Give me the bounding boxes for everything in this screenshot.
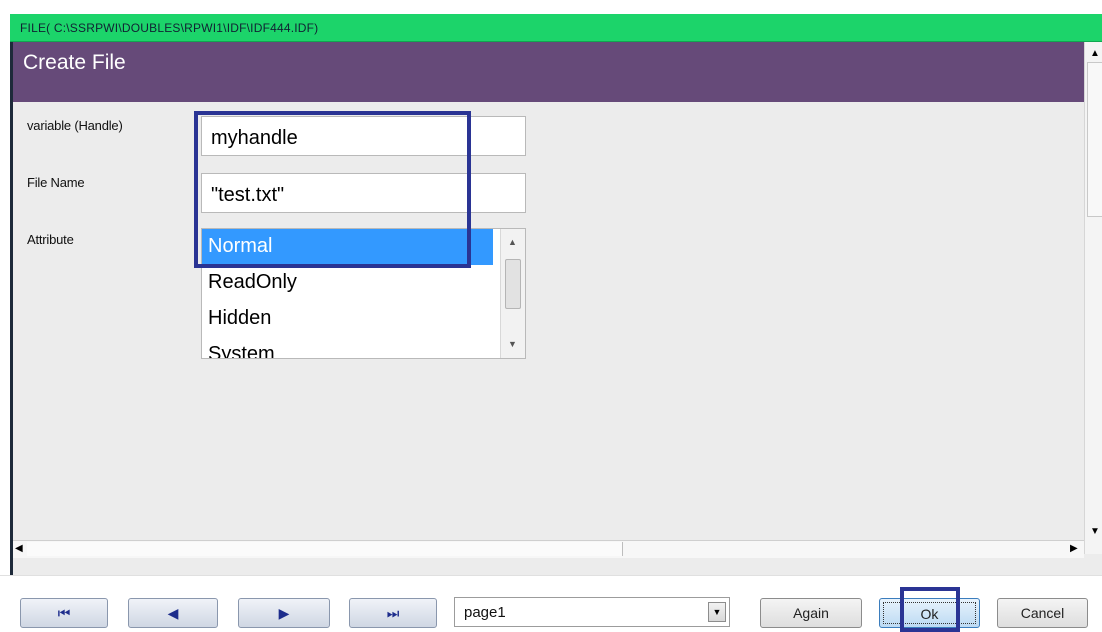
chevron-down-icon[interactable]: ▼ [708,602,726,622]
ok-button[interactable]: Ok [879,598,980,628]
previous-page-icon: ◀ [167,605,179,621]
vertical-scroll-thumb[interactable] [1087,62,1102,217]
variable-handle-label: variable (Handle) [27,118,123,133]
attribute-list-scrollbar[interactable]: ▲ ▼ [500,229,525,358]
scroll-down-arrow-icon[interactable]: ▼ [1090,526,1100,537]
previous-page-button[interactable]: ◀ [128,598,218,628]
next-page-icon: ▶ [278,605,290,621]
again-button[interactable]: Again [760,598,862,628]
window-title: FILE( C:\SSRPWI\DOUBLES\RPWI1\IDF\IDF444… [20,21,319,35]
first-page-icon: ⏮ [57,605,71,621]
attribute-listbox[interactable]: Normal ReadOnly Hidden System ▲ ▼ [201,228,526,359]
attribute-list-scroll-thumb[interactable] [505,259,521,309]
window-title-bar: FILE( C:\SSRPWI\DOUBLES\RPWI1\IDF\IDF444… [10,14,1102,42]
page-select-value: page1 [464,604,506,621]
attribute-option-readonly[interactable]: ReadOnly [202,265,493,301]
next-page-button[interactable]: ▶ [238,598,330,628]
last-page-icon: ⏭ [386,605,400,621]
navigation-bar: ⏮ ◀ ▶ ⏭ page1 ▼ Again Ok Cancel [0,575,1102,632]
scroll-up-arrow-icon[interactable]: ▲ [1090,48,1100,59]
vertical-scrollbar[interactable]: ▲ ▼ [1084,42,1102,554]
attribute-label: Attribute [27,232,74,247]
ok-button-label: Ok [883,602,976,624]
attribute-option-system[interactable]: System [202,337,493,358]
form-title: Create File [23,51,126,74]
attribute-option-normal[interactable]: Normal [202,229,493,265]
form-header: Create File [13,42,1084,102]
horizontal-scrollbar[interactable]: ◀ ▶ [13,540,1084,558]
scroll-up-icon[interactable]: ▲ [508,237,517,247]
scroll-left-arrow-icon[interactable]: ◀ [15,543,23,554]
page-select[interactable]: page1 ▼ [454,597,730,627]
form-panel: Create File variable (Handle) myhandle F… [10,42,1102,575]
scroll-down-icon[interactable]: ▼ [508,339,517,349]
attribute-option-hidden[interactable]: Hidden [202,301,493,337]
last-page-button[interactable]: ⏭ [349,598,437,628]
horizontal-scroll-thumb[interactable] [27,542,623,556]
variable-handle-input[interactable]: myhandle [201,116,526,156]
cancel-button[interactable]: Cancel [997,598,1088,628]
scroll-right-arrow-icon[interactable]: ▶ [1070,543,1078,554]
first-page-button[interactable]: ⏮ [20,598,108,628]
file-name-label: File Name [27,175,85,190]
file-name-input[interactable]: "test.txt" [201,173,526,213]
